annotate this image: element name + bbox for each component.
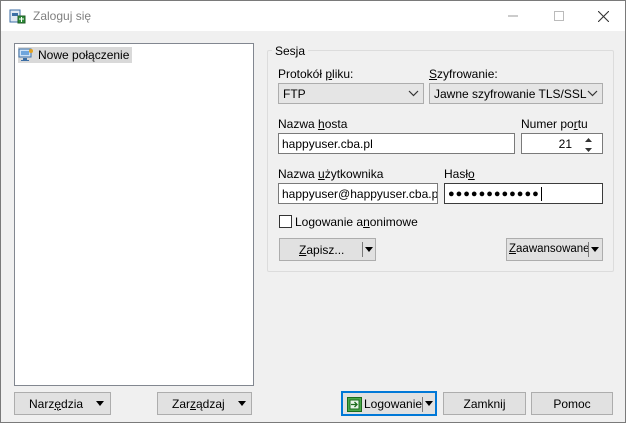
password-value: ●●●●●●●●●●●● — [448, 187, 540, 200]
minimize-icon — [508, 15, 518, 17]
manage-button[interactable]: Zarządzaj — [157, 392, 252, 415]
login-icon — [347, 397, 362, 412]
split-separator — [362, 242, 363, 257]
manage-button-label: Zarządzaj — [172, 397, 225, 411]
spin-down-button[interactable] — [575, 145, 601, 154]
port-value: 21 — [558, 136, 572, 151]
protocol-select[interactable]: FTP — [278, 83, 424, 104]
tools-button-label: Narzędzia — [29, 397, 84, 411]
port-label: Numer portu — [521, 117, 588, 131]
window-title: Zaloguj się — [33, 9, 92, 23]
encryption-value: Jawne szyfrowanie TLS/SSL — [434, 86, 587, 101]
help-button[interactable]: Pomoc — [531, 392, 613, 415]
username-input[interactable]: happyuser@happyuser.cba.pl — [278, 183, 438, 204]
title-bar: Zaloguj się — [1, 1, 625, 31]
maximize-button[interactable] — [536, 1, 582, 31]
anonymous-login-checkbox[interactable] — [279, 215, 292, 228]
split-separator — [422, 397, 423, 412]
host-input[interactable]: happyuser.cba.pl — [278, 133, 515, 154]
anonymous-login-label[interactable]: Logowanie anonimowe — [295, 215, 418, 229]
spin-down-icon — [584, 147, 592, 152]
close-icon — [597, 10, 609, 22]
session-group-label: Sesja — [272, 44, 309, 58]
save-button[interactable]: Zapisz... — [279, 238, 376, 261]
login-button[interactable]: Logowanie — [341, 391, 437, 416]
login-button-label: Logowanie — [364, 397, 423, 411]
help-button-label: Pomoc — [553, 396, 591, 411]
winscp-app-icon — [9, 9, 26, 24]
port-spinner[interactable] — [575, 135, 601, 154]
minimize-button[interactable] — [490, 1, 536, 31]
username-label: Nazwa użytkownika — [278, 167, 384, 181]
advanced-button-label: Zaawansowane — [509, 243, 590, 255]
dropdown-arrow-icon — [96, 401, 104, 406]
host-label: Nazwa hosta — [278, 117, 348, 131]
dropdown-arrow-icon[interactable] — [591, 247, 599, 252]
tools-button[interactable]: Narzędzia — [14, 392, 111, 415]
maximize-icon — [554, 11, 564, 21]
spin-up-button[interactable] — [575, 135, 601, 144]
dropdown-arrow-icon[interactable] — [365, 247, 373, 252]
close-button[interactable] — [580, 1, 626, 31]
chevron-down-icon — [587, 90, 598, 97]
tree-item-label: Nowe połączenie — [38, 48, 130, 62]
password-input[interactable]: ●●●●●●●●●●●● — [444, 183, 603, 204]
new-site-icon — [18, 48, 33, 61]
chevron-down-icon — [408, 90, 419, 97]
close-button-label: Zamknij — [463, 396, 506, 411]
host-value: happyuser.cba.pl — [282, 136, 373, 151]
encryption-select[interactable]: Jawne szyfrowanie TLS/SSL — [429, 83, 603, 104]
text-cursor — [540, 186, 542, 201]
spin-up-icon — [584, 137, 592, 142]
username-value: happyuser@happyuser.cba.pl — [282, 186, 438, 201]
advanced-button[interactable]: Zaawansowane — [506, 238, 603, 261]
login-dialog: Zaloguj się Nowe połączenie Sesja Protok… — [0, 0, 626, 423]
encryption-label: Szyfrowanie: — [429, 67, 498, 81]
split-separator — [588, 242, 589, 257]
password-label: Hasło — [444, 167, 475, 181]
dropdown-arrow-icon[interactable] — [425, 401, 433, 406]
protocol-label: Protokół pliku: — [278, 67, 354, 81]
save-button-label: Zapisz... — [299, 243, 345, 257]
tree-item-new-connection[interactable]: Nowe połączenie — [18, 47, 133, 63]
site-tree[interactable]: Nowe połączenie — [14, 43, 254, 386]
protocol-value: FTP — [283, 86, 306, 101]
close-dialog-button[interactable]: Zamknij — [443, 392, 526, 415]
dropdown-arrow-icon — [238, 401, 246, 406]
